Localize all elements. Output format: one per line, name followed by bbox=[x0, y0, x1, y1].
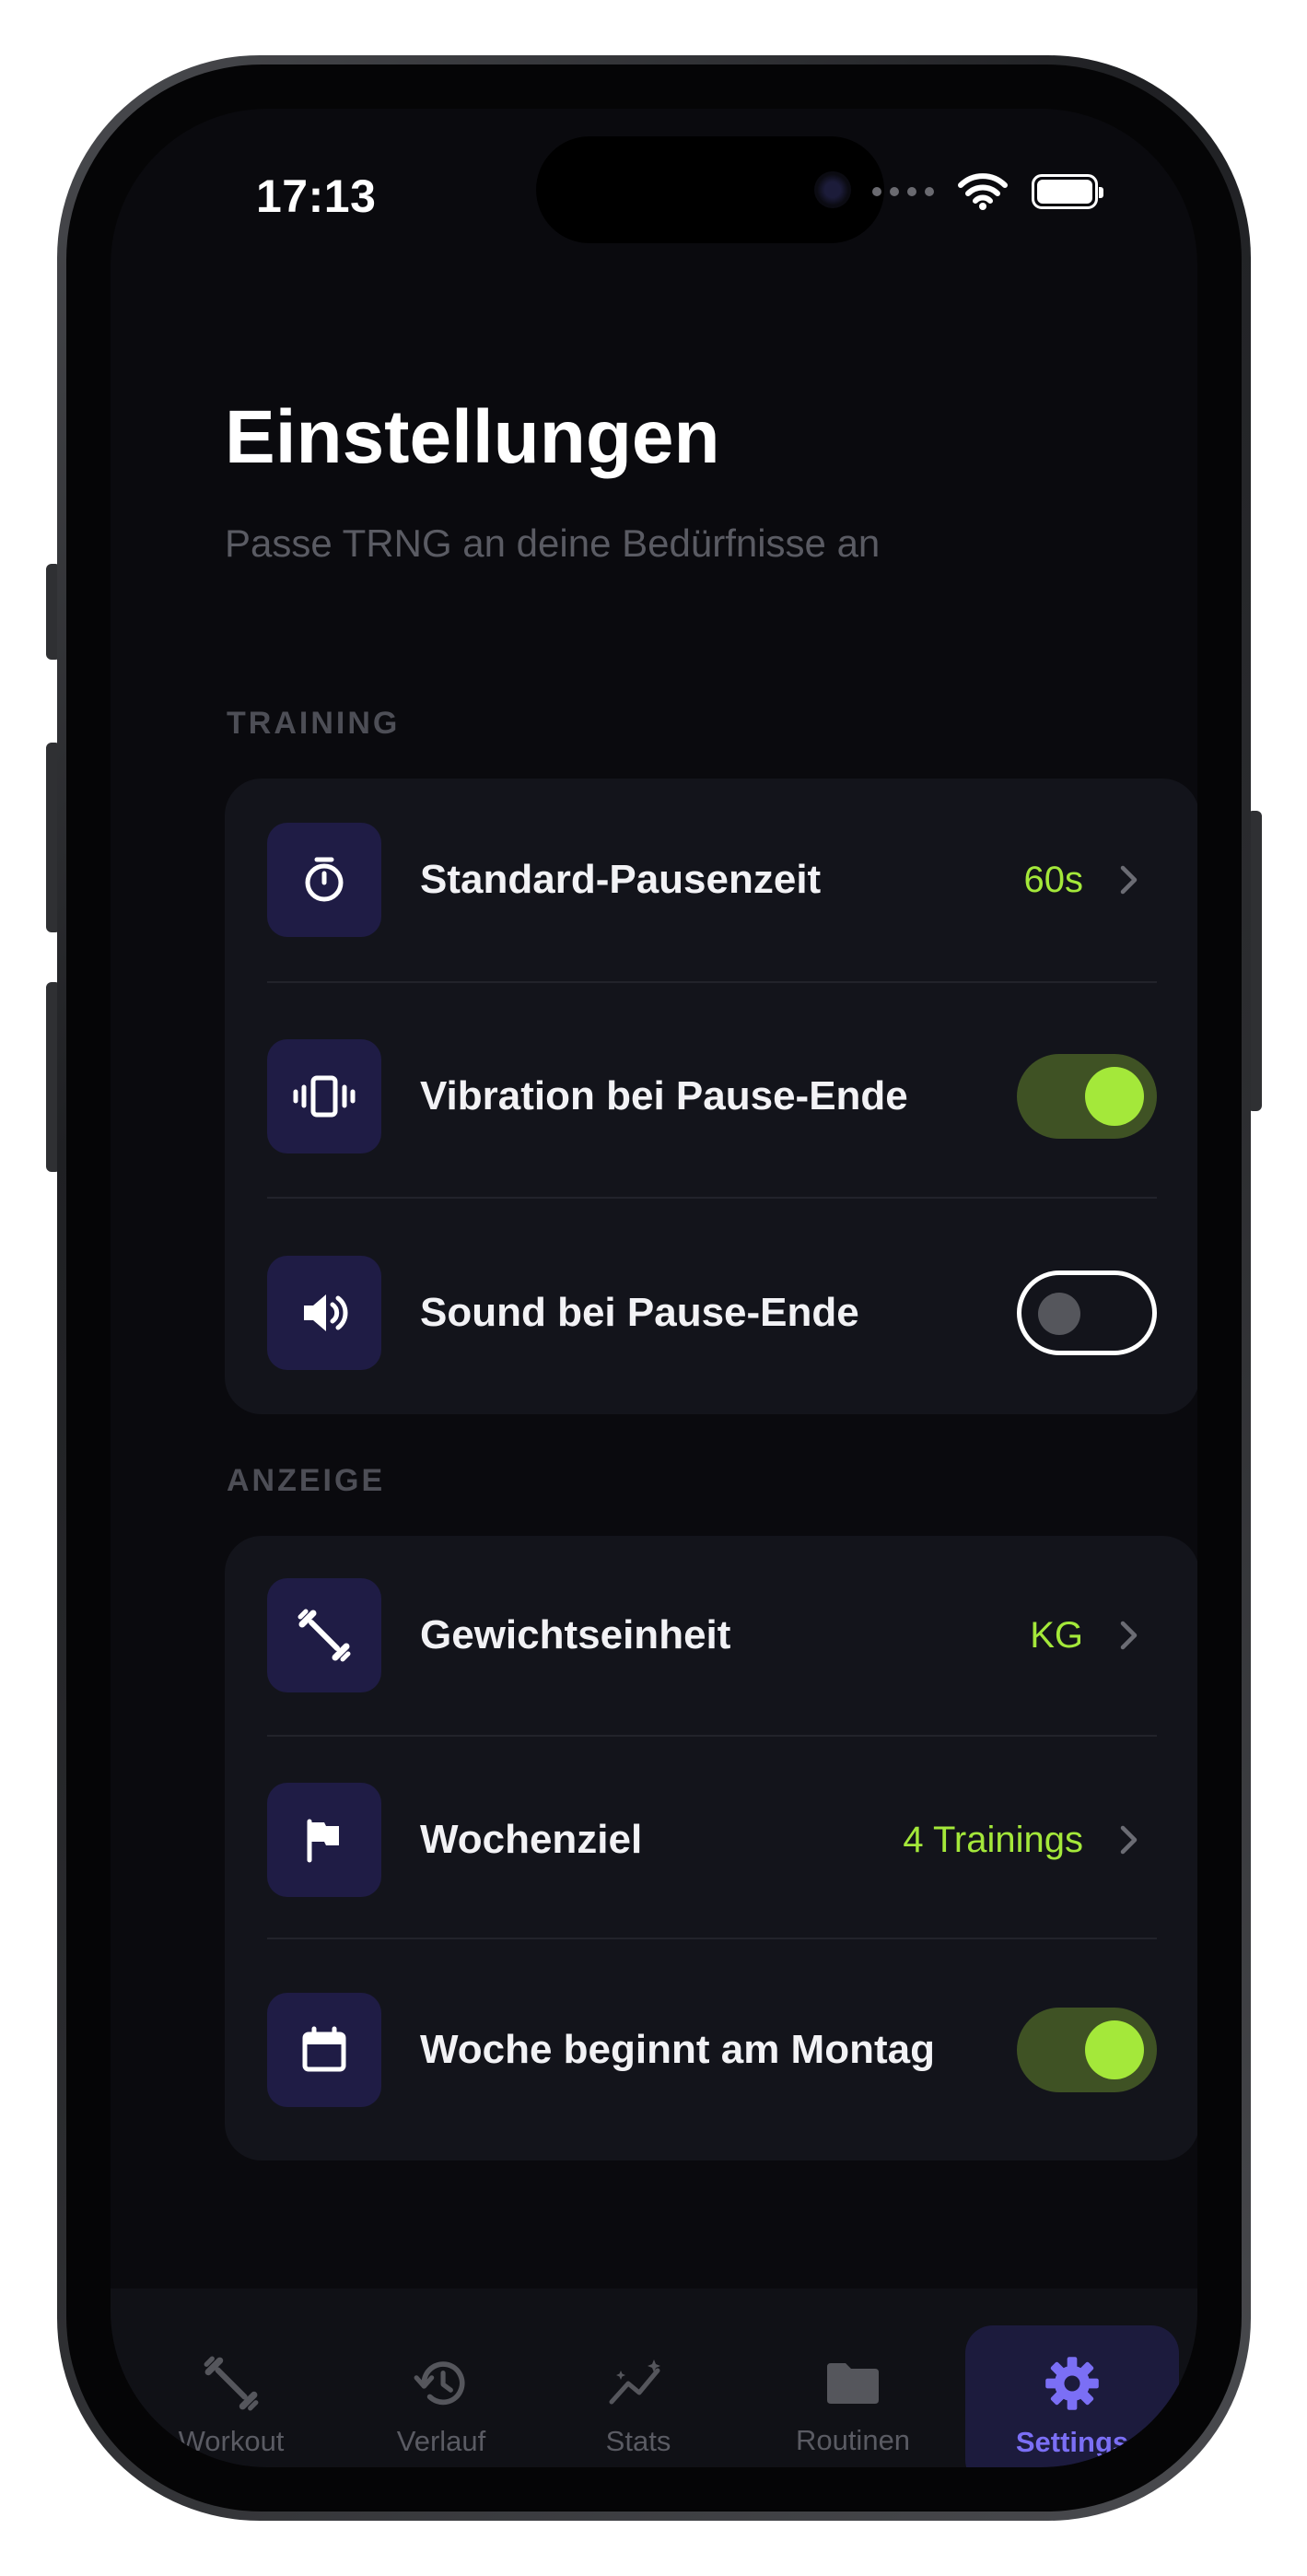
tab-routinen[interactable]: Routinen bbox=[755, 2325, 951, 2467]
row-weekly-goal[interactable]: Wochenziel 4 Trainings bbox=[267, 1783, 1157, 1897]
dumbbell-icon bbox=[267, 1578, 381, 1692]
tab-label: Stats bbox=[605, 2425, 671, 2457]
camera-icon bbox=[814, 171, 851, 208]
row-label: Vibration bei Pause-Ende bbox=[420, 1073, 908, 1118]
rest-time-value: 60s bbox=[1023, 859, 1084, 900]
stopwatch-icon bbox=[267, 823, 381, 937]
stats-icon bbox=[609, 2359, 660, 2405]
tab-bar: Workout Verlauf Stats Routinen Settings bbox=[111, 2289, 1197, 2467]
row-sound: Sound bei Pause-Ende bbox=[267, 1256, 1157, 1370]
divider bbox=[267, 981, 1157, 983]
sound-toggle[interactable] bbox=[1017, 1270, 1157, 1355]
row-vibration: Vibration bei Pause-Ende bbox=[267, 1039, 1157, 1153]
row-label: Standard-Pausenzeit bbox=[420, 857, 822, 902]
tab-workout[interactable]: Workout bbox=[147, 2325, 315, 2467]
screen: 17:13 Einstellungen Passe TRNG an deine … bbox=[111, 109, 1197, 2467]
wifi-icon bbox=[958, 173, 1008, 210]
tab-label: Verlauf bbox=[396, 2425, 486, 2457]
page-title: Einstellungen bbox=[225, 395, 720, 479]
tab-label: Settings bbox=[1015, 2426, 1129, 2458]
gear-icon bbox=[1045, 2357, 1099, 2410]
row-label: Woche beginnt am Montag bbox=[420, 2027, 935, 2072]
flag-icon bbox=[267, 1783, 381, 1897]
anzeige-card: Gewichtseinheit KG Wochenziel 4 Training… bbox=[225, 1536, 1197, 2160]
weight-unit-value: KG bbox=[1030, 1614, 1083, 1656]
divider bbox=[267, 1735, 1157, 1737]
signal-dots-icon bbox=[872, 187, 934, 196]
training-card: Standard-Pausenzeit 60s Vibration bei Pa… bbox=[225, 779, 1197, 1414]
dumbbell-icon bbox=[204, 2356, 259, 2411]
row-label: Wochenziel bbox=[420, 1817, 643, 1862]
status-time: 17:13 bbox=[256, 170, 377, 222]
chevron-right-icon bbox=[1111, 1620, 1148, 1651]
row-label: Gewichtseinheit bbox=[420, 1612, 731, 1657]
status-icons bbox=[872, 173, 1103, 210]
speaker-icon bbox=[267, 1256, 381, 1370]
row-rest-time[interactable]: Standard-Pausenzeit 60s bbox=[267, 823, 1157, 937]
dynamic-island bbox=[536, 136, 884, 243]
weekly-goal-value: 4 Trainings bbox=[903, 1819, 1083, 1860]
tab-label: Routinen bbox=[795, 2424, 911, 2456]
history-icon bbox=[414, 2361, 465, 2406]
phone-frame: 17:13 Einstellungen Passe TRNG an deine … bbox=[57, 55, 1251, 2521]
divider bbox=[267, 1938, 1157, 1939]
tab-label: Workout bbox=[178, 2425, 285, 2457]
page-subtitle: Passe TRNG an deine Bedürfnisse an bbox=[225, 521, 881, 565]
week-start-toggle[interactable] bbox=[1017, 2008, 1157, 2092]
vibration-toggle[interactable] bbox=[1017, 1054, 1157, 1139]
chevron-right-icon bbox=[1111, 1824, 1148, 1856]
calendar-icon bbox=[267, 1993, 381, 2107]
vibration-icon bbox=[267, 1039, 381, 1153]
folder-icon bbox=[827, 2363, 879, 2404]
tab-settings[interactable]: Settings bbox=[965, 2325, 1179, 2467]
divider bbox=[267, 1197, 1157, 1199]
tab-verlauf[interactable]: Verlauf bbox=[357, 2325, 525, 2467]
tab-stats[interactable]: Stats bbox=[567, 2325, 709, 2467]
section-label-anzeige: ANZEIGE bbox=[227, 1463, 386, 1498]
row-weight-unit[interactable]: Gewichtseinheit KG bbox=[267, 1578, 1157, 1692]
row-week-start: Woche beginnt am Montag bbox=[267, 1993, 1157, 2107]
chevron-right-icon bbox=[1111, 864, 1148, 896]
battery-icon bbox=[1032, 174, 1103, 209]
section-label-training: TRAINING bbox=[227, 706, 401, 741]
row-label: Sound bei Pause-Ende bbox=[420, 1290, 859, 1335]
